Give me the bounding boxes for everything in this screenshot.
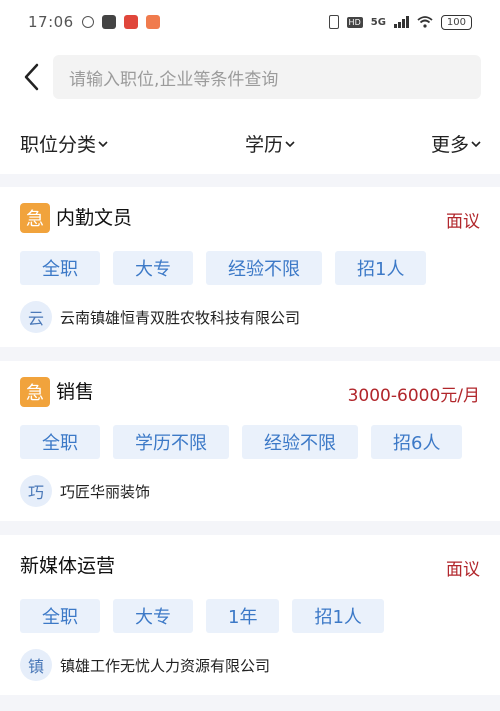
filter-education[interactable]: 学历	[245, 130, 295, 157]
status-time: 17:06	[28, 13, 74, 31]
battery-icon: 100	[440, 14, 472, 30]
job-title: 新媒体运营	[20, 555, 116, 577]
job-card[interactable]: 急 销售 3000-6000元/月 全职 学历不限 经验不限 招6人 巧 巧匠华…	[0, 361, 500, 521]
job-tag: 招1人	[292, 599, 384, 633]
signal-icon	[393, 16, 409, 28]
job-tag: 经验不限	[206, 251, 322, 285]
filter-job-category[interactable]: 职位分类	[20, 130, 108, 157]
job-tag: 招1人	[335, 251, 427, 285]
company-row: 镇 镇雄工作无忧人力资源有限公司	[20, 649, 270, 681]
chevron-down-icon	[471, 140, 481, 147]
job-tag: 大专	[113, 251, 193, 285]
job-tag: 全职	[20, 425, 100, 459]
company-avatar: 云	[20, 301, 52, 333]
job-tag: 大专	[113, 599, 193, 633]
company-avatar: 巧	[20, 475, 52, 507]
company-row: 巧 巧匠华丽装饰	[20, 475, 150, 507]
job-tag: 经验不限	[242, 425, 358, 459]
search-bar-row: 请输入职位,企业等条件查询	[0, 44, 500, 112]
job-tags: 全职 大专 经验不限 招1人	[20, 251, 427, 285]
job-title: 销售	[56, 381, 95, 403]
search-placeholder: 请输入职位,企业等条件查询	[69, 69, 279, 90]
news-notification-icon	[123, 15, 138, 29]
job-salary: 面议	[446, 560, 480, 580]
company-row: 云 云南镇雄恒青双胜农牧科技有限公司	[20, 301, 300, 333]
chevron-down-icon	[285, 140, 295, 147]
vibrate-icon	[328, 15, 339, 29]
job-card[interactable]: 新媒体运营 面议 全职 大专 1年 招1人 镇 镇雄工作无忧人力资源有限公司	[0, 535, 500, 695]
job-tag: 1年	[206, 599, 280, 633]
check-notification-icon	[101, 15, 116, 29]
status-bar: 17:06 HD 5G 100	[0, 0, 500, 44]
company-avatar: 镇	[20, 649, 52, 681]
search-input[interactable]: 请输入职位,企业等条件查询	[53, 55, 481, 99]
company-name: 云南镇雄恒青双胜农牧科技有限公司	[60, 308, 301, 327]
job-tag: 招6人	[371, 425, 463, 459]
job-tags: 全职 大专 1年 招1人	[20, 599, 384, 633]
filter-bar: 职位分类 学历 更多	[0, 112, 500, 174]
wifi-icon	[417, 16, 433, 28]
job-salary: 面议	[446, 212, 480, 232]
job-tags: 全职 学历不限 经验不限 招6人	[20, 425, 463, 459]
urgent-badge: 急	[20, 203, 50, 233]
calendar-notification-icon	[145, 15, 160, 29]
urgent-badge: 急	[20, 377, 50, 407]
back-arrow-icon[interactable]	[20, 62, 44, 92]
filter-more[interactable]: 更多	[431, 130, 481, 157]
job-title: 内勤文员	[56, 207, 133, 229]
chevron-down-icon	[98, 140, 108, 147]
job-tag: 全职	[20, 599, 100, 633]
network-type: 5G	[370, 16, 386, 28]
job-salary: 3000-6000元/月	[347, 386, 480, 406]
job-tag: 学历不限	[113, 425, 229, 459]
job-card[interactable]: 急 内勤文员 面议 全职 大专 经验不限 招1人 云 云南镇雄恒青双胜农牧科技有…	[0, 187, 500, 347]
job-tag: 全职	[20, 251, 100, 285]
company-name: 巧匠华丽装饰	[60, 482, 151, 501]
hd-icon: HD	[346, 16, 363, 28]
app-notification-icon	[81, 16, 94, 28]
company-name: 镇雄工作无忧人力资源有限公司	[60, 656, 271, 675]
